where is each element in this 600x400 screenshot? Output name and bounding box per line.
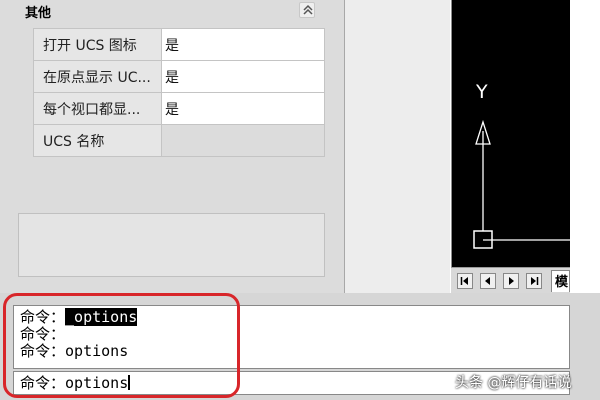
history-prompt: 命令： [20,325,66,343]
section-header-other[interactable]: 其他 [18,0,325,22]
history-prompt: 命令： [20,308,66,326]
description-panel [18,213,325,277]
collapse-section-button[interactable] [299,2,315,18]
y-axis-label: Y [476,81,488,103]
next-tab-button[interactable] [503,273,519,289]
section-title: 其他 [25,6,52,21]
tab-model[interactable]: 模 [551,270,570,292]
first-icon [460,277,468,285]
command-input-prompt: 命令： [20,374,66,392]
command-input-value: options [65,374,129,392]
last-icon [531,277,539,285]
right-margin [570,0,600,293]
properties-palette: 其他 打开 UCS 图标 是 在原点显示 UC... 是 每个视口都显... 是… [0,0,345,293]
property-row[interactable]: 打开 UCS 图标 是 [33,28,325,61]
ucs-icon [473,119,571,249]
next-icon [509,277,514,285]
property-value[interactable]: 是 [161,60,325,93]
history-command: _options [65,308,138,326]
property-value[interactable]: 是 [161,28,325,61]
property-value[interactable] [161,124,325,157]
history-prompt: 命令： [20,342,66,360]
history-line: 命令：_options [20,308,138,326]
history-line: 命令：options [20,343,128,360]
command-history[interactable]: 命令：_options 命令： 命令：options [13,305,570,369]
property-row[interactable]: 在原点显示 UC... 是 [33,60,325,93]
double-chevron-up-icon [303,4,313,15]
property-row[interactable]: 每个视口都显... 是 [33,92,325,125]
text-cursor [128,375,131,390]
property-row[interactable]: UCS 名称 [33,124,325,157]
property-name: 打开 UCS 图标 [33,28,162,61]
watermark: 头条 @辉仔有话说 [455,375,572,391]
history-line: 命令： [20,326,65,343]
property-name: 在原点显示 UC... [33,60,162,93]
property-name: 每个视口都显... [33,92,162,125]
last-tab-button[interactable] [526,273,542,289]
property-name: UCS 名称 [33,124,162,157]
layout-tab-bar: 模 [451,267,570,293]
prev-icon [485,277,490,285]
history-command: options [65,342,129,360]
prev-tab-button[interactable] [480,273,496,289]
palette-gutter [345,0,450,293]
property-table: 打开 UCS 图标 是 在原点显示 UC... 是 每个视口都显... 是 UC… [33,28,325,157]
property-value[interactable]: 是 [161,92,325,125]
drawing-viewport[interactable]: Y [451,0,571,267]
first-tab-button[interactable] [457,273,473,289]
command-input-line: 命令：options [20,374,131,392]
